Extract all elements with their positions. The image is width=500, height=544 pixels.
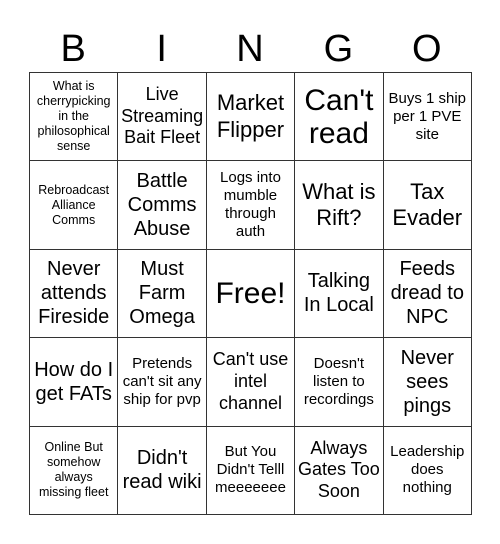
bingo-cell[interactable]: How do I get FATs [28, 337, 119, 427]
bingo-cell[interactable]: Battle Comms Abuse [117, 160, 207, 250]
bingo-cell[interactable]: Pretends can't sit any ship for pvp [117, 337, 207, 427]
grid-row: Never attends Fireside Must Farm Omega F… [28, 248, 472, 339]
grid-row: What is cherrypicking in the philosophic… [28, 71, 472, 162]
bingo-cell[interactable]: Market Flipper [205, 71, 296, 162]
grid-row: Online But somehow always missing fleet … [28, 425, 472, 515]
bingo-cell[interactable]: Tax Evader [382, 160, 472, 250]
bingo-cell[interactable]: Buys 1 ship per 1 PVE site [382, 71, 472, 162]
header-letter-n: N [236, 28, 264, 70]
bingo-cell[interactable]: But You Didn't Telll meeeeeee [205, 425, 296, 515]
bingo-cell[interactable]: What is Rift? [294, 160, 384, 250]
grid-row: Rebroadcast Alliance Comms Battle Comms … [28, 160, 472, 250]
header-letter-i: I [156, 28, 167, 70]
bingo-cell[interactable]: Must Farm Omega [117, 248, 207, 339]
bingo-header: B I N G O [29, 26, 471, 72]
header-letter-o: O [412, 28, 442, 70]
header-letter-b: B [60, 28, 86, 70]
free-space-cell[interactable]: Free! [205, 248, 296, 339]
grid-row: How do I get FATs Pretends can't sit any… [28, 337, 472, 427]
bingo-cell[interactable]: Didn't read wiki [117, 425, 207, 515]
bingo-cell[interactable]: Can't read [294, 71, 384, 162]
header-letter-g: G [323, 28, 354, 70]
bingo-cell[interactable]: Can't use intel channel [205, 337, 296, 427]
bingo-cell[interactable]: Live Streaming Bait Fleet [117, 71, 207, 162]
bingo-cell[interactable]: Talking In Local [294, 248, 384, 339]
bingo-cell[interactable]: Rebroadcast Alliance Comms [28, 160, 119, 250]
bingo-cell[interactable]: Logs into mumble through auth [205, 160, 296, 250]
bingo-cell[interactable]: Never attends Fireside [28, 248, 119, 339]
bingo-cell[interactable]: Always Gates Too Soon [294, 425, 384, 515]
bingo-cell[interactable]: Leadership does nothing [382, 425, 472, 515]
bingo-cell[interactable]: Never sees pings [382, 337, 472, 427]
bingo-cell[interactable]: Online But somehow always missing fleet [28, 425, 119, 515]
bingo-cell[interactable]: What is cherrypicking in the philosophic… [28, 71, 119, 162]
bingo-grid: What is cherrypicking in the philosophic… [28, 71, 472, 515]
bingo-cell[interactable]: Doesn't listen to recordings [294, 337, 384, 427]
bingo-cell[interactable]: Feeds dread to NPC [382, 248, 472, 339]
